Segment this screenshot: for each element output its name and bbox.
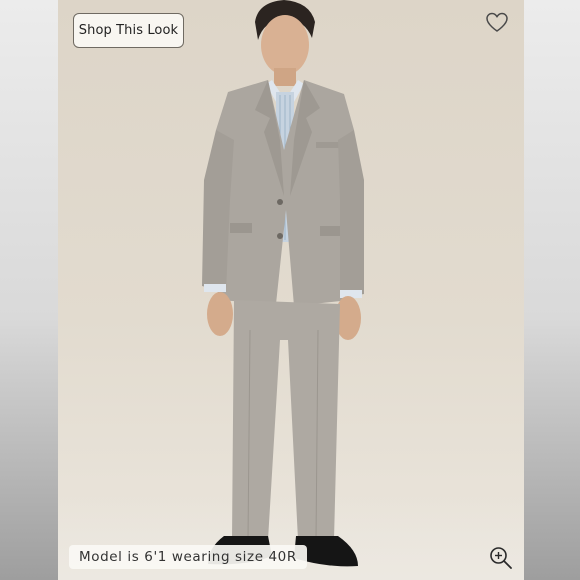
heart-icon[interactable]	[484, 10, 510, 34]
shop-this-look-button[interactable]: Shop This Look	[73, 13, 184, 48]
zoom-in-icon[interactable]	[488, 545, 514, 571]
product-photo[interactable]	[58, 0, 524, 580]
model-size-caption: Model is 6'1 wearing size 40R	[69, 545, 307, 569]
image-viewer: Shop This Look Model is 6'1 wearing size…	[0, 0, 580, 580]
